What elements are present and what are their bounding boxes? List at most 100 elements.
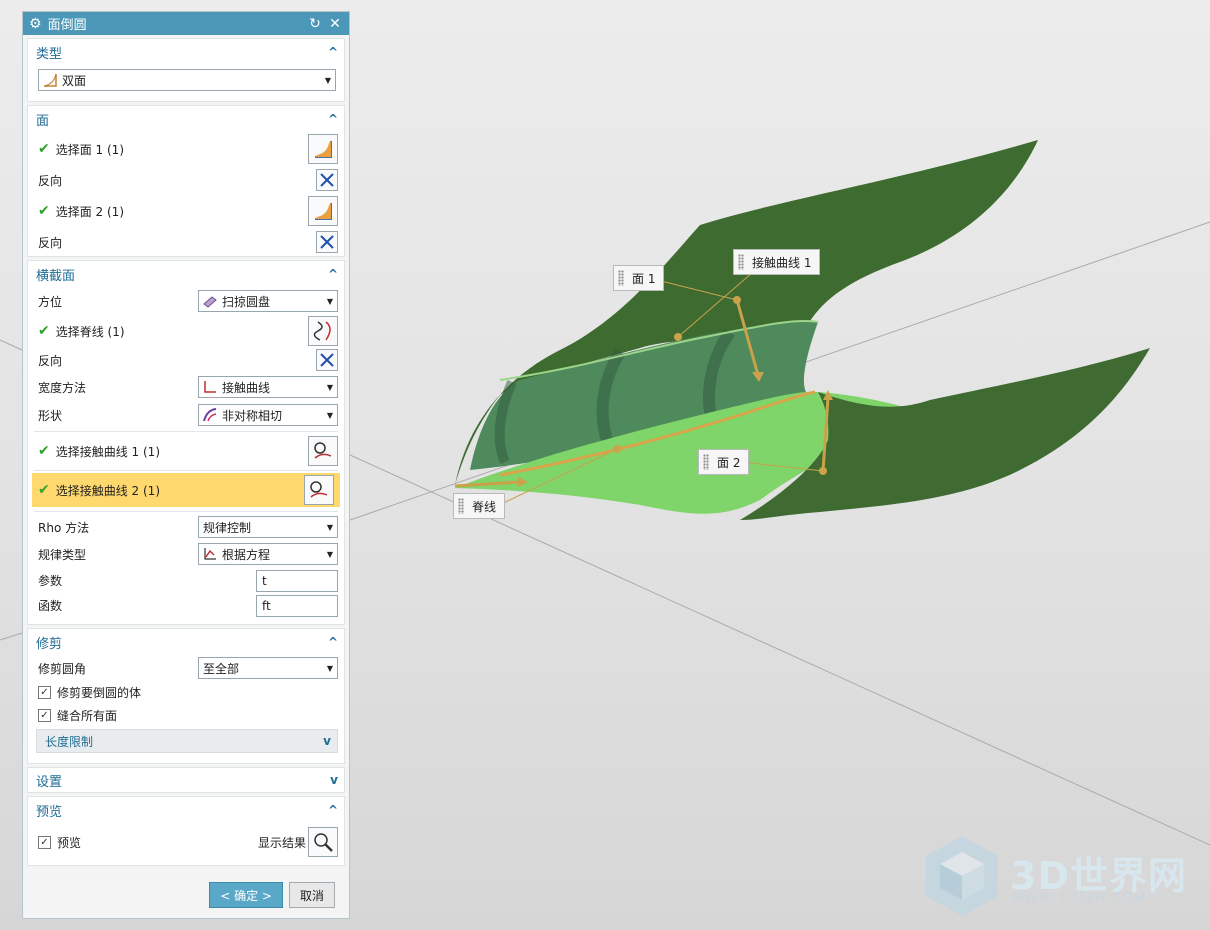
preview-checkbox[interactable]: ✓ bbox=[38, 835, 51, 849]
divider bbox=[34, 511, 338, 512]
face-section-header[interactable]: 面 ^ bbox=[28, 106, 344, 132]
settings-section-title: 设置 bbox=[36, 774, 63, 790]
handle-point[interactable] bbox=[674, 333, 682, 341]
dialog-buttons: < 确定 > 取消 bbox=[209, 882, 335, 908]
width-method-select[interactable]: 接触曲线 ▼ bbox=[198, 376, 338, 398]
chevron-down-icon[interactable]: v bbox=[330, 773, 338, 787]
select-face2-row[interactable]: ✔ 选择面 2 (1) bbox=[28, 194, 344, 228]
drag-grip-icon[interactable] bbox=[703, 454, 709, 470]
rho-method-value: 规律控制 bbox=[203, 520, 252, 535]
contact-curve-icon bbox=[204, 381, 216, 393]
contact-curve1-button[interactable] bbox=[308, 436, 338, 466]
divider bbox=[34, 431, 338, 432]
select-face2-label: 选择面 2 (1) bbox=[55, 204, 124, 219]
spine-reverse-button[interactable] bbox=[316, 349, 338, 371]
dialog-title: 面倒圆 bbox=[47, 18, 87, 33]
dropdown-arrow-icon: ▼ bbox=[326, 522, 333, 532]
label-spine[interactable]: 脊线 bbox=[453, 493, 506, 519]
label-face2-text: 面 2 bbox=[717, 455, 741, 470]
curve-select-icon bbox=[310, 481, 328, 498]
preview-section-header[interactable]: 预览 ^ bbox=[28, 797, 344, 823]
trim-section-header[interactable]: 修剪 ^ bbox=[28, 629, 344, 655]
trim-section-title: 修剪 bbox=[36, 636, 63, 652]
select-face1-row[interactable]: ✔ 选择面 1 (1) bbox=[28, 132, 344, 166]
rho-method-select[interactable]: 规律控制 ▼ bbox=[198, 516, 338, 538]
label-face2[interactable]: 面 2 bbox=[698, 449, 750, 475]
rho-method-label: Rho 方法 bbox=[38, 520, 90, 535]
handle-point[interactable] bbox=[613, 445, 621, 453]
law-type-label: 规律类型 bbox=[38, 547, 87, 562]
select-spine-button[interactable] bbox=[308, 316, 338, 346]
chevron-up-icon[interactable]: ^ bbox=[328, 112, 338, 126]
label-face1[interactable]: 面 1 bbox=[613, 265, 665, 291]
face-section: 面 ^ ✔ 选择面 1 (1) 反向 ✔ 选择面 2 (1) 反向 bbox=[27, 105, 345, 257]
preview-section: 预览 ^ ✓ 预览 显示结果 bbox=[27, 796, 345, 866]
type-section-header[interactable]: 类型 ^ bbox=[28, 39, 344, 65]
ok-button[interactable]: < 确定 > bbox=[209, 882, 283, 908]
drag-grip-icon[interactable] bbox=[618, 270, 624, 286]
label-contact-curve1[interactable]: 接触曲线 1 bbox=[733, 249, 821, 275]
spine-curve-icon bbox=[313, 321, 331, 341]
sew-checkbox[interactable]: ✓ bbox=[38, 709, 51, 722]
reverse2-button[interactable] bbox=[316, 231, 338, 253]
select-spine-row[interactable]: ✔ 选择脊线 (1) bbox=[28, 315, 344, 347]
divider bbox=[34, 470, 338, 471]
close-icon[interactable]: ✕ bbox=[327, 16, 343, 32]
select-face1-button[interactable] bbox=[308, 134, 338, 164]
chevron-up-icon[interactable]: ^ bbox=[328, 45, 338, 59]
type-section-title: 类型 bbox=[36, 46, 63, 62]
cancel-button[interactable]: 取消 bbox=[288, 882, 335, 908]
reset-icon[interactable]: ↻ bbox=[307, 16, 323, 32]
trim-fillet-select[interactable]: 至全部 ▼ bbox=[198, 657, 338, 679]
handle-point[interactable] bbox=[733, 296, 741, 304]
face-blend-dialog: ⚙ 面倒圆 ↻ ✕ 类型 ^ 双面 ▼ 面 ^ ✔ 选择面 1 (1) 反向 ✔… bbox=[22, 11, 350, 919]
check-icon: ✔ bbox=[38, 203, 50, 219]
param-input[interactable]: t bbox=[256, 569, 338, 592]
check-icon: ✔ bbox=[38, 323, 50, 339]
chevron-down-icon[interactable]: v bbox=[323, 734, 331, 748]
settings-section-header[interactable]: 设置 v bbox=[28, 768, 344, 792]
dropdown-arrow-icon: ▼ bbox=[326, 382, 333, 392]
face-select-icon bbox=[315, 203, 332, 220]
chevron-up-icon[interactable]: ^ bbox=[328, 803, 338, 817]
orientation-select[interactable]: 扫掠圆盘 ▼ bbox=[198, 290, 338, 312]
contact-curve1-row[interactable]: ✔ 选择接触曲线 1 (1) bbox=[28, 434, 344, 468]
magnifier-icon bbox=[314, 833, 333, 852]
contact-curve2-row[interactable]: ✔ 选择接触曲线 2 (1) bbox=[32, 473, 340, 507]
length-limit-group[interactable]: 长度限制 v bbox=[36, 729, 338, 753]
drag-grip-icon[interactable] bbox=[738, 254, 744, 270]
reverse2-label: 反向 bbox=[38, 235, 63, 250]
show-result-button[interactable] bbox=[308, 827, 338, 857]
type-select[interactable]: 双面 ▼ bbox=[38, 69, 336, 91]
gear-icon[interactable]: ⚙ bbox=[29, 16, 42, 32]
curve-select-icon bbox=[314, 442, 332, 459]
shape-label: 形状 bbox=[38, 408, 63, 423]
dropdown-arrow-icon: ▼ bbox=[326, 410, 333, 420]
type-select-value: 双面 bbox=[62, 73, 87, 88]
face-select-icon bbox=[315, 141, 332, 158]
law-equation-icon bbox=[204, 548, 216, 560]
law-type-select[interactable]: 根据方程 ▼ bbox=[198, 543, 338, 565]
dropdown-arrow-icon: ▼ bbox=[326, 549, 333, 559]
drag-grip-icon[interactable] bbox=[458, 498, 464, 514]
reverse-direction-icon bbox=[320, 235, 334, 249]
cross-section-header[interactable]: 横截面 ^ bbox=[28, 261, 344, 287]
select-face2-button[interactable] bbox=[308, 196, 338, 226]
preview-label: 预览 bbox=[57, 835, 82, 850]
chevron-up-icon[interactable]: ^ bbox=[328, 267, 338, 281]
chevron-up-icon[interactable]: ^ bbox=[328, 635, 338, 649]
check-icon: ✔ bbox=[38, 482, 50, 498]
dialog-titlebar[interactable]: ⚙ 面倒圆 ↻ ✕ bbox=[23, 12, 349, 35]
handle-point[interactable] bbox=[819, 467, 827, 475]
face-section-title: 面 bbox=[36, 113, 50, 129]
func-input[interactable]: ft bbox=[256, 594, 338, 617]
reverse1-button[interactable] bbox=[316, 169, 338, 191]
trim-section: 修剪 ^ 修剪圆角 至全部 ▼ ✓ 修剪要倒圆的体 ✓ 缝合所有面 长度限制 v bbox=[27, 628, 345, 764]
watermark-logo-icon bbox=[926, 836, 998, 916]
contact-curve2-button[interactable] bbox=[304, 475, 334, 505]
trim-body-checkbox[interactable]: ✓ bbox=[38, 686, 51, 699]
trim-fillet-label: 修剪圆角 bbox=[38, 661, 87, 676]
contact-curve2-label: 选择接触曲线 2 (1) bbox=[55, 483, 160, 498]
sew-label: 缝合所有面 bbox=[57, 709, 118, 723]
shape-select[interactable]: 非对称相切 ▼ bbox=[198, 404, 338, 426]
